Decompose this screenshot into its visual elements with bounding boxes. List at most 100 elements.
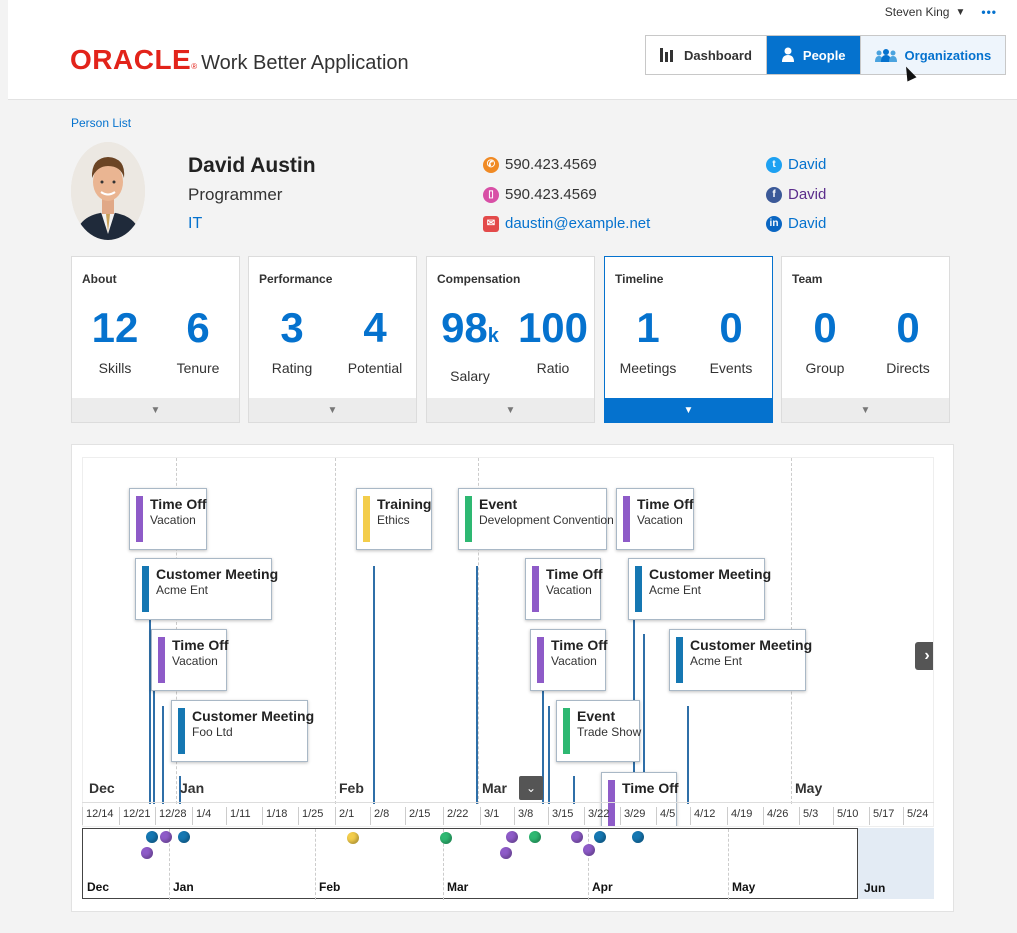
overview-marker [440,832,452,844]
work-phone-value: 590.423.4569 [505,156,597,173]
card-title: Compensation [437,272,521,286]
metric-label: Meetings [619,360,677,376]
event-color-bar [635,566,642,612]
timeline-event[interactable]: Time Off Vacation [616,488,694,550]
metric-value: 0 [896,304,920,351]
person-title: Programmer [188,185,283,204]
date-tick: 2/15 [405,807,430,825]
timeline-chart[interactable]: Time Off Vacation Customer Meeting Acme … [82,457,934,827]
card-compensation[interactable]: Compensation 98k Salary 100 Ratio ▼ [426,256,595,423]
metric-directs: 0 Directs [868,304,948,376]
collapse-overview-button[interactable]: ⌄ [519,776,543,800]
more-icon[interactable]: ••• [981,5,997,19]
nav-people-button[interactable]: People [766,36,861,74]
month-label: Dec [89,780,115,796]
date-tick: 1/11 [226,807,251,825]
overview-marker [160,831,172,843]
expand-icon[interactable]: ▼ [782,398,949,422]
timeline-event[interactable]: Time Off Vacation [525,558,603,620]
card-team[interactable]: Team 0 Group 0 Directs ▼ [781,256,950,423]
user-name[interactable]: Steven King [885,5,950,19]
caret-down-icon[interactable]: ▼ [955,7,965,18]
timeline-event[interactable]: Time Off Vacation [530,629,608,691]
event-subtitle: Vacation [150,513,196,527]
timeline-panel: Time Off Vacation Customer Meeting Acme … [71,444,954,912]
metric-value: 0 [719,304,743,351]
nav-dashboard-button[interactable]: Dashboard [646,36,767,74]
date-tick: 5/17 [869,807,894,825]
timeline-event[interactable]: Time Off Vacation [151,629,229,691]
timeline-event[interactable]: Customer Meeting Acme Ent [135,558,278,620]
linkedin-icon: in [766,215,782,232]
nav-organizations-label: Organizations [904,47,992,63]
card-title: About [82,272,117,286]
nav-people-label: People [802,47,846,63]
person-department-link[interactable]: IT [188,215,202,233]
event-subtitle: Vacation [637,513,683,527]
facebook-link[interactable]: f David [766,186,826,203]
overview-month: Feb [319,880,341,894]
avatar [71,142,145,240]
date-tick: 5/10 [833,807,858,825]
timeline-overview[interactable]: Dec Jan Feb Mar Apr May [82,828,858,900]
card-performance[interactable]: Performance 3 Rating 4 Potential ▼ [248,256,417,423]
nav-organizations-button[interactable]: Organizations [860,36,1006,74]
event-title: Customer Meeting [690,637,813,653]
event-subtitle: Vacation [551,654,597,668]
timeline-event[interactable]: Event Trade Show [556,700,642,762]
logo-text: ORACLE [70,44,192,75]
email-link[interactable]: ✉ daustin@example.net [483,215,650,232]
linkedin-link[interactable]: in David [766,215,826,232]
date-tick: 3/8 [514,807,533,825]
date-tick: 3/29 [620,807,645,825]
metric-group: 0 Group [785,304,865,376]
phone-icon: ✆ [483,156,499,173]
metric-rating: 3 Rating [252,304,332,376]
event-subtitle: Trade Show [577,725,642,739]
facebook-name: David [788,186,827,203]
event-subtitle: Acme Ent [690,654,743,668]
timeline-event[interactable]: Customer Meeting Acme Ent [628,558,771,620]
overview-marker [632,831,644,843]
next-page-button[interactable]: › [915,642,933,670]
mobile-icon: ▯ [483,186,499,203]
collapse-icon[interactable]: ▼ [605,398,772,422]
work-phone[interactable]: ✆ 590.423.4569 [483,156,597,173]
date-tick: 4/19 [727,807,752,825]
page: Steven King ▼ ••• ORACLE ® Work Better A… [0,0,1017,933]
date-tick: 2/1 [335,807,354,825]
event-title: Time Off [551,637,608,653]
expand-icon[interactable]: ▼ [249,398,416,422]
date-tick: 4/26 [763,807,788,825]
event-subtitle: Foo Ltd [192,725,233,739]
date-tick: 4/5 [656,807,675,825]
metric-value: 6 [186,304,210,351]
event-subtitle: Vacation [172,654,218,668]
month-label: May [795,780,823,796]
event-color-bar [136,496,143,542]
event-stem [573,776,575,804]
card-about[interactable]: About 12 Skills 6 Tenure ▼ [71,256,240,423]
date-tick: 1/25 [298,807,323,825]
timeline-event[interactable]: Training Ethics [356,488,432,550]
mobile-phone[interactable]: ▯ 590.423.4569 [483,186,597,203]
expand-icon[interactable]: ▼ [427,398,594,422]
timeline-event[interactable]: Customer Meeting Foo Ltd [171,700,314,762]
timeline-event[interactable]: Event Development Convention [458,488,614,550]
expand-icon[interactable]: ▼ [72,398,239,422]
overview-marker [500,847,512,859]
timeline-event[interactable]: Time Off Vacation [129,488,207,550]
timeline-event[interactable]: Customer Meeting Acme Ent [669,629,813,691]
mobile-phone-value: 590.423.4569 [505,186,597,203]
event-stem [548,706,550,804]
event-title: Training [377,496,432,512]
metric-value-number: 98 [441,304,488,351]
card-timeline[interactable]: Timeline 1 Meetings 0 Events ▼ [604,256,773,423]
user-menu[interactable]: Steven King ▼ ••• [885,5,997,19]
metric-label: Events [709,360,753,376]
date-tick: 1/18 [262,807,287,825]
metric-meetings: 1 Meetings [608,304,688,376]
twitter-link[interactable]: t David [766,156,826,173]
main-nav: Dashboard People Organizations [645,35,1007,75]
breadcrumb-person-list[interactable]: Person List [71,116,131,130]
